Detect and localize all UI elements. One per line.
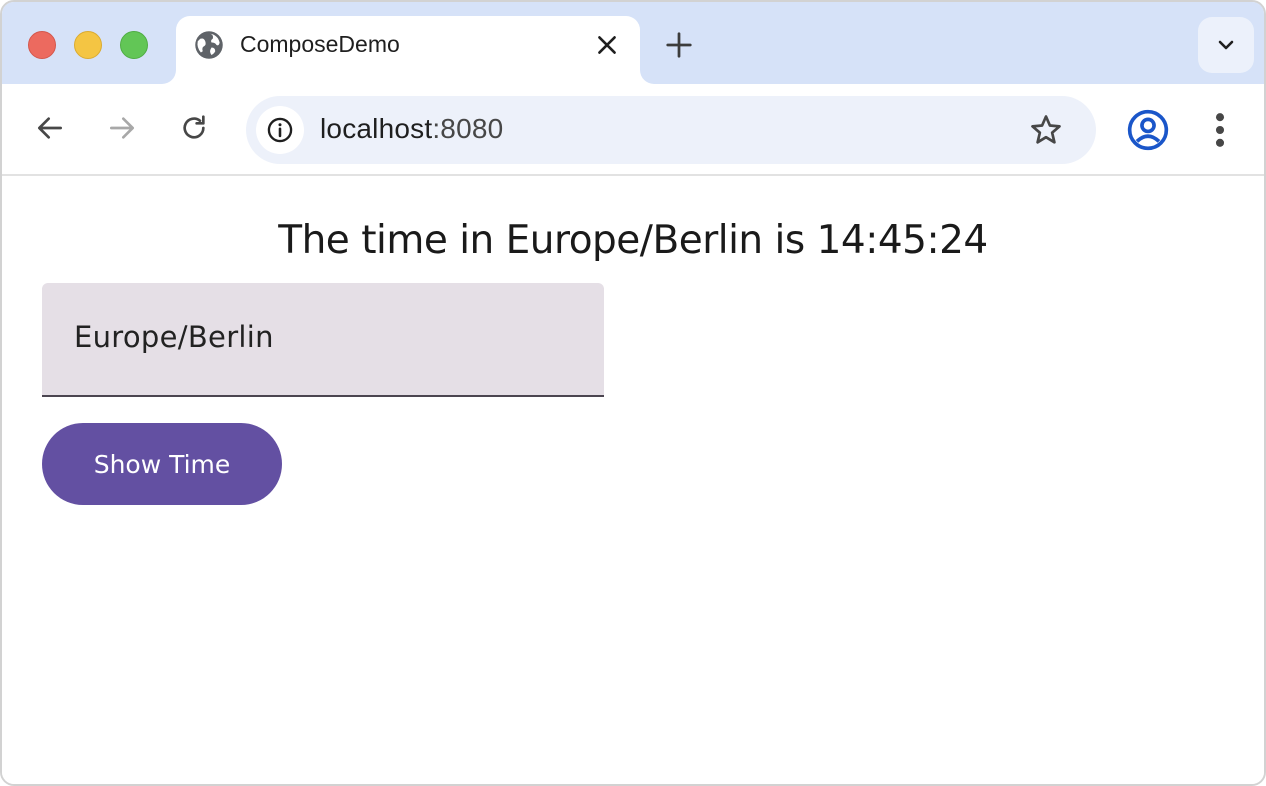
- url-host: localhost: [320, 113, 433, 144]
- minimize-window-button[interactable]: [74, 31, 102, 59]
- close-icon[interactable]: [594, 32, 620, 58]
- arrow-right-icon: [110, 117, 134, 139]
- tab-strip: ComposeDemo: [2, 2, 1264, 84]
- chevron-down-icon: [1218, 40, 1234, 50]
- toolbar: localhost:8080: [2, 84, 1264, 176]
- reload-button[interactable]: [174, 108, 214, 148]
- reload-icon: [183, 115, 205, 139]
- timezone-text-field[interactable]: [42, 283, 604, 397]
- more-vertical-icon[interactable]: [1200, 108, 1240, 152]
- profile-icon[interactable]: [1126, 108, 1170, 152]
- url-port: :8080: [432, 113, 504, 144]
- tab-title: ComposeDemo: [240, 31, 400, 57]
- forward-button[interactable]: [102, 108, 142, 148]
- address-bar[interactable]: localhost:8080: [246, 96, 1096, 164]
- page-content: The time in Europe/Berlin is 14:45:24 Sh…: [2, 178, 1264, 784]
- globe-icon: [195, 31, 223, 59]
- back-button[interactable]: [30, 108, 70, 148]
- new-tab-plus-icon[interactable]: [664, 30, 694, 60]
- maximize-window-button[interactable]: [120, 31, 148, 59]
- tab-search-button[interactable]: [1198, 17, 1254, 73]
- tab-composedemo[interactable]: ComposeDemo: [176, 16, 640, 84]
- time-message: The time in Europe/Berlin is 14:45:24: [278, 218, 988, 263]
- site-info-button[interactable]: [256, 106, 304, 154]
- info-icon: [267, 117, 293, 143]
- browser-window: ComposeDemo localhost:8080 The time in E…: [0, 0, 1266, 786]
- close-window-button[interactable]: [28, 31, 56, 59]
- arrow-left-icon: [38, 117, 62, 139]
- timezone-input[interactable]: [74, 315, 574, 359]
- url-text: localhost:8080: [320, 113, 503, 145]
- show-time-button[interactable]: Show Time: [42, 423, 282, 505]
- star-icon[interactable]: [1028, 112, 1064, 148]
